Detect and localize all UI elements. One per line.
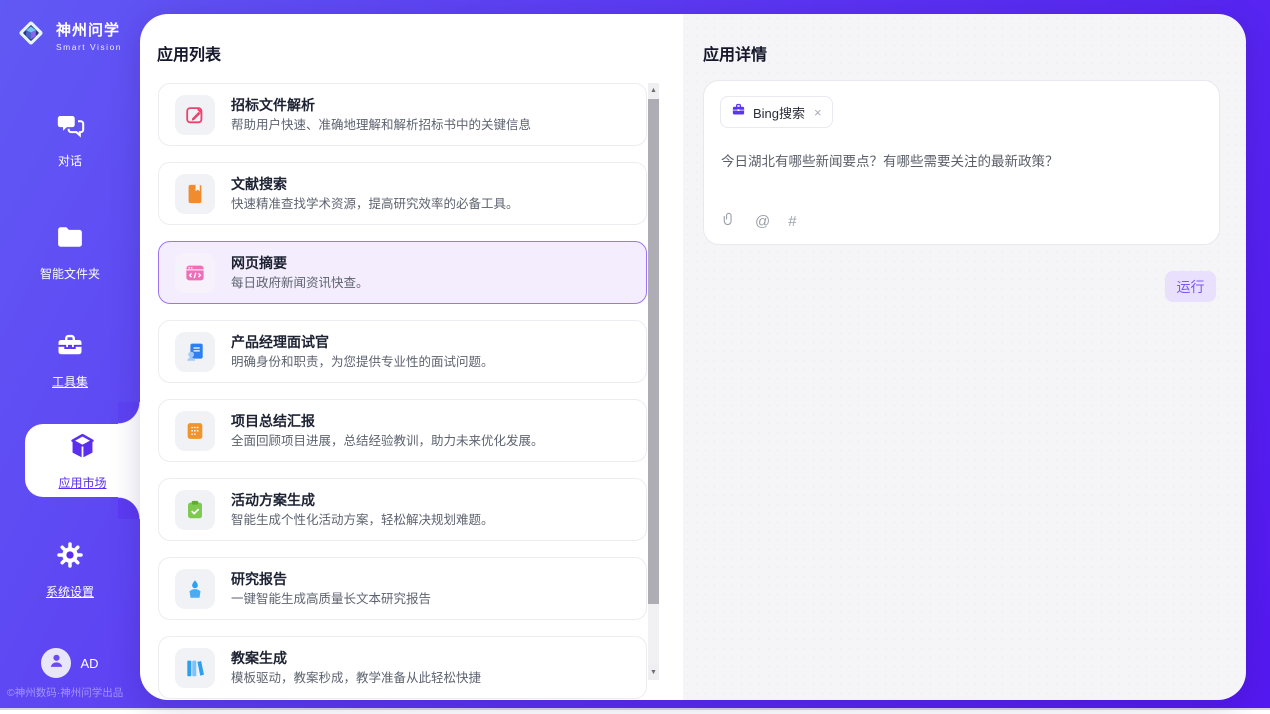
at-icon[interactable]: @ xyxy=(755,213,770,230)
app-card-name: 产品经理面试官 xyxy=(231,334,494,351)
prompt-input[interactable]: 今日湖北有哪些新闻要点？有哪些需要关注的最新政策？ xyxy=(721,152,1203,171)
app-card-name: 网页摘要 xyxy=(231,255,369,272)
folder-icon xyxy=(55,222,85,257)
composer-toolbar: @ # xyxy=(721,211,797,232)
edit-icon xyxy=(175,95,215,135)
note-icon xyxy=(175,411,215,451)
app-card-name: 文献搜索 xyxy=(231,176,519,193)
app-detail-title: 应用详情 xyxy=(703,41,767,65)
sidebar-item-smart-folders[interactable]: 智能文件夹 xyxy=(0,222,140,282)
app-card-desc: 快速精准查找学术资源，提高研究效率的必备工具。 xyxy=(231,197,519,212)
user-account[interactable]: AD xyxy=(0,648,140,678)
app-card[interactable]: 研究报告 一键智能生成高质量长文本研究报告 xyxy=(158,557,647,620)
app-card-desc: 帮助用户快速、准确地理解和解析招标书中的关键信息 xyxy=(231,118,531,133)
brand-name: 神州问学 xyxy=(56,19,122,40)
clipboard-icon xyxy=(175,490,215,530)
app-card[interactable]: 文献搜索 快速精准查找学术资源，提高研究效率的必备工具。 xyxy=(158,162,647,225)
app-list-panel: 应用列表 招标文件解析 帮助用户快速、准确地理解和解析招标书中的关键信息 文献搜… xyxy=(140,14,683,700)
app-card-desc: 每日政府新闻资讯快查。 xyxy=(231,276,369,291)
user-avatar-icon xyxy=(47,651,66,675)
app-detail-panel: 应用详情 Bing搜索 × 今日湖北有哪些新闻要点？有哪些需要关注的最新政策？ xyxy=(683,14,1246,700)
app-card[interactable]: 项目总结汇报 全面回顾项目进展，总结经验教训，助力未来优化发展。 xyxy=(158,399,647,462)
app-card-name: 教案生成 xyxy=(231,650,481,667)
scroll-up-icon[interactable]: ▲ xyxy=(648,83,659,98)
app-card-desc: 模板驱动，教案秒成，教学准备从此轻松快捷 xyxy=(231,671,481,686)
sidebar: 神州问学 Smart Vision 对话 智能文件夹 工具集 应用市场 系统设置… xyxy=(0,0,140,708)
interview-icon xyxy=(175,332,215,372)
app-card[interactable]: 网页摘要 每日政府新闻资讯快查。 xyxy=(158,241,647,304)
run-button[interactable]: 运行 xyxy=(1165,271,1216,302)
main-container: 应用列表 招标文件解析 帮助用户快速、准确地理解和解析招标书中的关键信息 文献搜… xyxy=(140,14,1246,700)
tool-chip-bing-search[interactable]: Bing搜索 × xyxy=(720,96,833,128)
browser-icon xyxy=(175,253,215,293)
sidebar-item-app-market[interactable]: 应用市场 xyxy=(25,424,140,497)
scroll-down-icon[interactable]: ▼ xyxy=(648,665,659,680)
sidebar-item-settings[interactable]: 系统设置 xyxy=(0,540,140,600)
scrollbar-thumb[interactable] xyxy=(648,99,659,604)
ink-icon xyxy=(175,569,215,609)
app-card-name: 项目总结汇报 xyxy=(231,413,544,430)
tool-chip-label: Bing搜索 xyxy=(753,103,805,122)
app-card-desc: 一键智能生成高质量长文本研究报告 xyxy=(231,592,431,607)
hash-icon[interactable]: # xyxy=(788,213,796,230)
brand-tagline: Smart Vision xyxy=(56,42,122,52)
app-card-desc: 明确身份和职责，为您提供专业性的面试问题。 xyxy=(231,355,494,370)
sidebar-item-chat[interactable]: 对话 xyxy=(0,110,140,169)
list-scrollbar[interactable]: ▲ ▼ xyxy=(648,83,659,680)
app-card-name: 研究报告 xyxy=(231,571,431,588)
book-icon xyxy=(175,174,215,214)
app-card[interactable]: 教案生成 模板驱动，教案秒成，教学准备从此轻松快捷 xyxy=(158,636,647,699)
app-card-name: 招标文件解析 xyxy=(231,97,531,114)
paperclip-icon[interactable] xyxy=(721,211,737,232)
books-icon xyxy=(175,648,215,688)
avatar xyxy=(41,648,71,678)
toolbox-icon xyxy=(55,330,85,365)
sidebar-item-toolset[interactable]: 工具集 xyxy=(0,330,140,390)
app-list-title: 应用列表 xyxy=(157,41,221,65)
briefcase-icon xyxy=(731,102,746,122)
app-card-desc: 智能生成个性化活动方案，轻松解决规划难题。 xyxy=(231,513,494,528)
chat-icon xyxy=(56,110,85,144)
cube-icon xyxy=(67,431,98,467)
app-card[interactable]: 产品经理面试官 明确身份和职责，为您提供专业性的面试问题。 xyxy=(158,320,647,383)
user-name: AD xyxy=(80,656,98,671)
app-logo: 神州问学 Smart Vision xyxy=(13,15,122,56)
app-card-name: 活动方案生成 xyxy=(231,492,494,509)
app-card-desc: 全面回顾项目进展，总结经验教训，助力未来优化发展。 xyxy=(231,434,544,449)
copyright-footer: ©神州数码·神州问学出品 xyxy=(7,685,140,700)
diamond-logo-icon xyxy=(13,15,49,56)
app-card[interactable]: 招标文件解析 帮助用户快速、准确地理解和解析招标书中的关键信息 xyxy=(158,83,647,146)
gear-icon xyxy=(55,540,85,575)
prompt-composer[interactable]: Bing搜索 × 今日湖北有哪些新闻要点？有哪些需要关注的最新政策？ @ # xyxy=(703,80,1220,245)
app-card[interactable]: 活动方案生成 智能生成个性化活动方案，轻松解决规划难题。 xyxy=(158,478,647,541)
app-list: 招标文件解析 帮助用户快速、准确地理解和解析招标书中的关键信息 文献搜索 快速精… xyxy=(158,83,647,699)
close-icon[interactable]: × xyxy=(814,106,822,119)
